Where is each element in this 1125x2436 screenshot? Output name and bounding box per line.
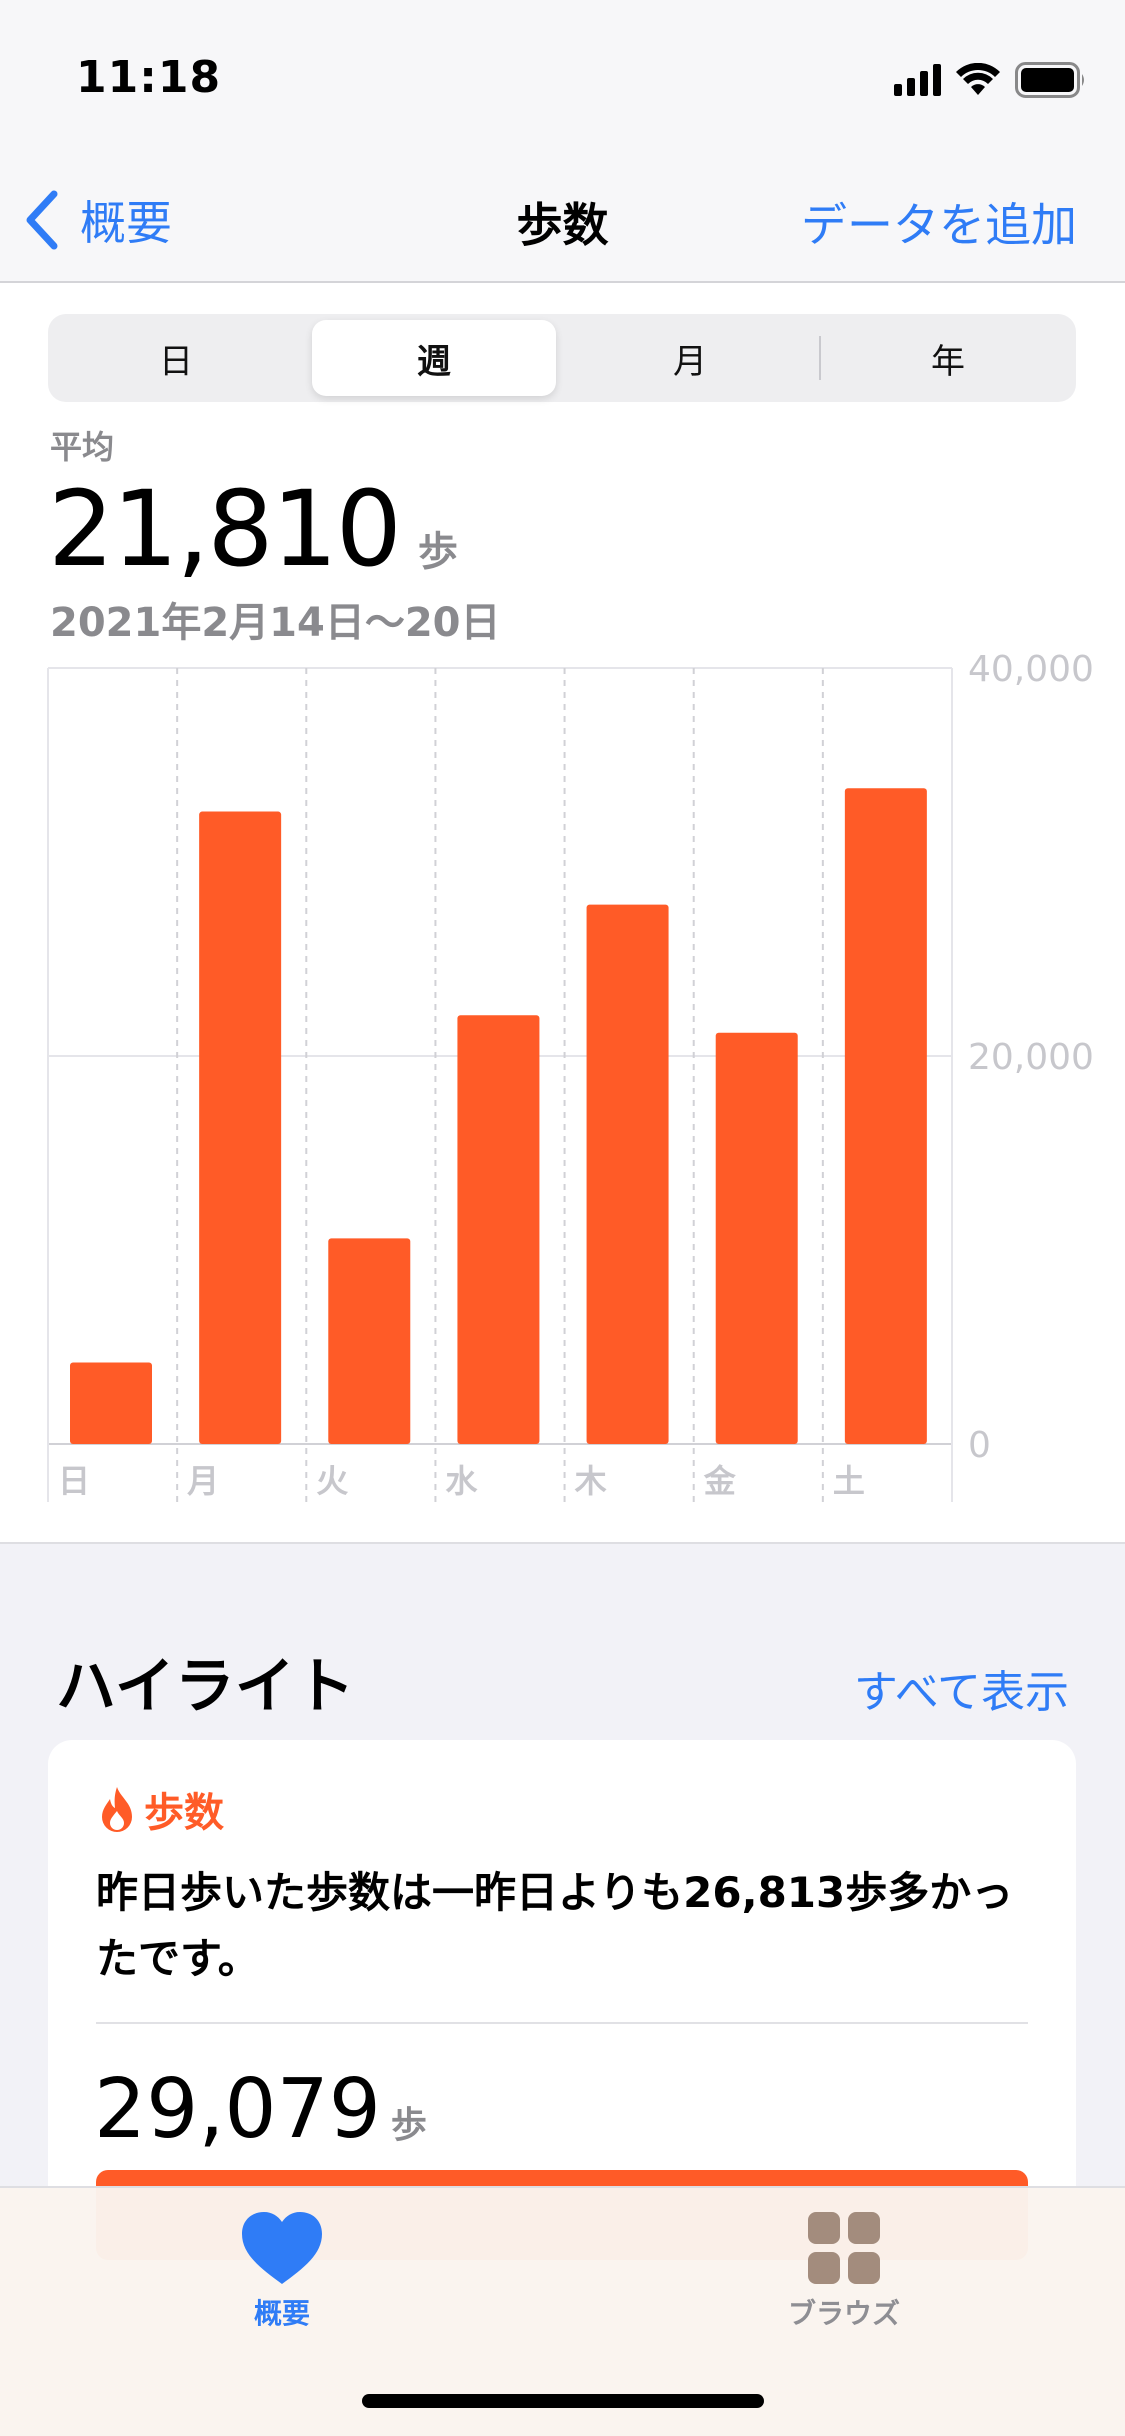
highlights-title: ハイライト xyxy=(56,1652,355,1722)
status-icons xyxy=(894,60,1087,100)
chart-bars xyxy=(70,788,927,1444)
highlight-card[interactable]: 歩数 昨日歩いた歩数は一昨日よりも26,813歩多かったです。 29,079 歩 xyxy=(48,1740,1076,2260)
show-all-link[interactable]: すべて表示 xyxy=(854,1656,1069,1720)
chart-x-labels: 日月火水木金土 xyxy=(58,1462,865,1500)
x-tick-label: 金 xyxy=(703,1462,737,1500)
y-tick-label: 40,000 xyxy=(968,649,1094,690)
bar-0[interactable] xyxy=(70,1362,152,1444)
status-time: 11:18 xyxy=(76,52,222,103)
highlight-unit: 歩 xyxy=(390,2105,427,2146)
x-tick-label: 月 xyxy=(187,1462,219,1500)
average-value: 21,810 xyxy=(48,468,402,590)
x-tick-label: 水 xyxy=(445,1462,478,1500)
steps-bar-chart[interactable]: 0 20,000 40,000 日 月 火 水 木 金 土 xyxy=(0,640,1125,1520)
battery-icon xyxy=(1015,62,1084,98)
x-tick-label: 日 xyxy=(58,1462,90,1500)
chart-y-ticks: 0 20,000 40,000 xyxy=(968,649,1094,1466)
wifi-icon xyxy=(956,63,1000,95)
bar-4[interactable] xyxy=(586,904,669,1444)
tab-browse[interactable]: ブラウズ xyxy=(714,2210,974,2350)
add-data-button[interactable]: データを追加 xyxy=(801,189,1077,255)
tab-summary[interactable]: 概要 xyxy=(152,2210,412,2350)
segment-month[interactable]: 月 xyxy=(568,320,812,396)
grid-icon xyxy=(808,2212,880,2284)
highlight-value: 29,079 xyxy=(94,2062,381,2157)
chevron-left-icon xyxy=(26,190,58,250)
cellular-signal-icon xyxy=(894,64,941,96)
segment-day[interactable]: 日 xyxy=(54,320,298,396)
back-button[interactable]: 概要 xyxy=(24,185,172,255)
bar-6[interactable] xyxy=(844,788,927,1444)
average-label: 平均 xyxy=(50,428,115,466)
tab-summary-label: 概要 xyxy=(253,2297,310,2330)
home-indicator xyxy=(362,2394,764,2408)
x-tick-label: 木 xyxy=(574,1462,607,1500)
bar-3[interactable] xyxy=(457,1015,540,1444)
segment-year[interactable]: 年 xyxy=(826,320,1070,396)
segment-divider xyxy=(819,336,821,380)
highlight-value-row: 29,079 歩 xyxy=(94,2062,427,2157)
bar-2[interactable] xyxy=(328,1238,411,1444)
heart-icon xyxy=(242,2212,322,2284)
tab-browse-label: ブラウズ xyxy=(787,2297,900,2330)
average-row: 21,810 歩 xyxy=(48,468,458,590)
back-label: 概要 xyxy=(80,196,172,250)
highlight-text: 昨日歩いた歩数は一昨日よりも26,813歩多かったです。 xyxy=(96,1868,1014,1983)
screen: 11:18 概要 歩数 データを追加 日 週 月 年 平均 21,810 歩 2… xyxy=(0,0,1125,2436)
period-segmented-control: 日 週 月 年 xyxy=(48,314,1076,402)
flame-icon xyxy=(102,1787,132,1832)
y-tick-label: 20,000 xyxy=(968,1037,1094,1078)
bar-1[interactable] xyxy=(199,811,282,1444)
average-unit: 歩 xyxy=(417,529,458,575)
highlight-category: 歩数 xyxy=(144,1790,224,1836)
y-tick-label: 0 xyxy=(968,1425,991,1466)
x-tick-label: 土 xyxy=(833,1462,865,1500)
status-bar: 11:18 xyxy=(0,0,1125,165)
highlight-card-header: 歩数 xyxy=(100,1780,224,1838)
navigation-bar: 概要 歩数 データを追加 xyxy=(0,165,1125,283)
bar-5[interactable] xyxy=(715,1032,798,1444)
x-tick-label: 火 xyxy=(316,1462,348,1500)
highlight-divider xyxy=(96,2022,1028,2024)
segment-week[interactable]: 週 xyxy=(312,320,556,396)
